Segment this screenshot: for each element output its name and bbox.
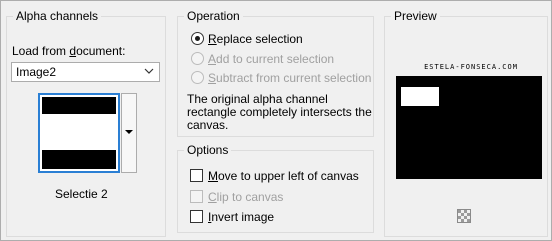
options-title: Options bbox=[184, 143, 232, 157]
preview-selection-rect bbox=[401, 87, 439, 106]
move-to-upper-left-label[interactable]: Move to upper left of canvas bbox=[208, 169, 359, 183]
alpha-channels-title: Alpha channels bbox=[13, 9, 102, 23]
operation-message-line1: The original alpha channel bbox=[187, 92, 328, 106]
add-to-selection-radio[interactable] bbox=[191, 52, 204, 65]
load-selection-from-alpha-dialog: Alpha channels Load from document: Image… bbox=[0, 0, 552, 241]
channel-thumbnail[interactable] bbox=[38, 93, 120, 173]
invert-image-checkbox[interactable] bbox=[190, 210, 203, 223]
add-to-selection-label[interactable]: Add to current selection bbox=[208, 52, 334, 66]
preview-title: Preview bbox=[391, 9, 440, 23]
operation-message-line2: rectangle completely intersects the bbox=[187, 105, 372, 119]
document-dropdown[interactable]: Image2 bbox=[11, 62, 160, 82]
document-dropdown-value: Image2 bbox=[16, 65, 57, 79]
channel-thumbnail-dropdown-button[interactable] bbox=[121, 93, 137, 173]
chevron-down-icon bbox=[144, 68, 154, 74]
watermark-text: ESTELA-FONSECA.COM bbox=[424, 63, 518, 71]
subtract-from-selection-label[interactable]: Subtract from current selection bbox=[208, 71, 371, 85]
channel-thumbnail-image bbox=[42, 97, 116, 169]
load-from-document-label: Load from document: bbox=[12, 44, 126, 58]
clip-to-canvas-label[interactable]: Clip to canvas bbox=[208, 190, 283, 204]
clip-to-canvas-checkbox[interactable] bbox=[190, 190, 203, 203]
thumbnail-caption: Selectie 2 bbox=[55, 187, 108, 201]
subtract-from-selection-radio[interactable] bbox=[191, 71, 204, 84]
move-to-upper-left-checkbox[interactable] bbox=[190, 169, 203, 182]
invert-image-label[interactable]: Invert image bbox=[208, 210, 274, 224]
replace-selection-radio[interactable] bbox=[191, 32, 204, 45]
triangle-down-icon bbox=[125, 130, 133, 134]
checkerboard-icon[interactable] bbox=[456, 208, 472, 224]
preview-canvas bbox=[396, 76, 542, 179]
operation-title: Operation bbox=[184, 9, 243, 23]
replace-selection-label[interactable]: Replace selection bbox=[208, 32, 303, 46]
operation-message-line3: canvas. bbox=[187, 118, 229, 132]
